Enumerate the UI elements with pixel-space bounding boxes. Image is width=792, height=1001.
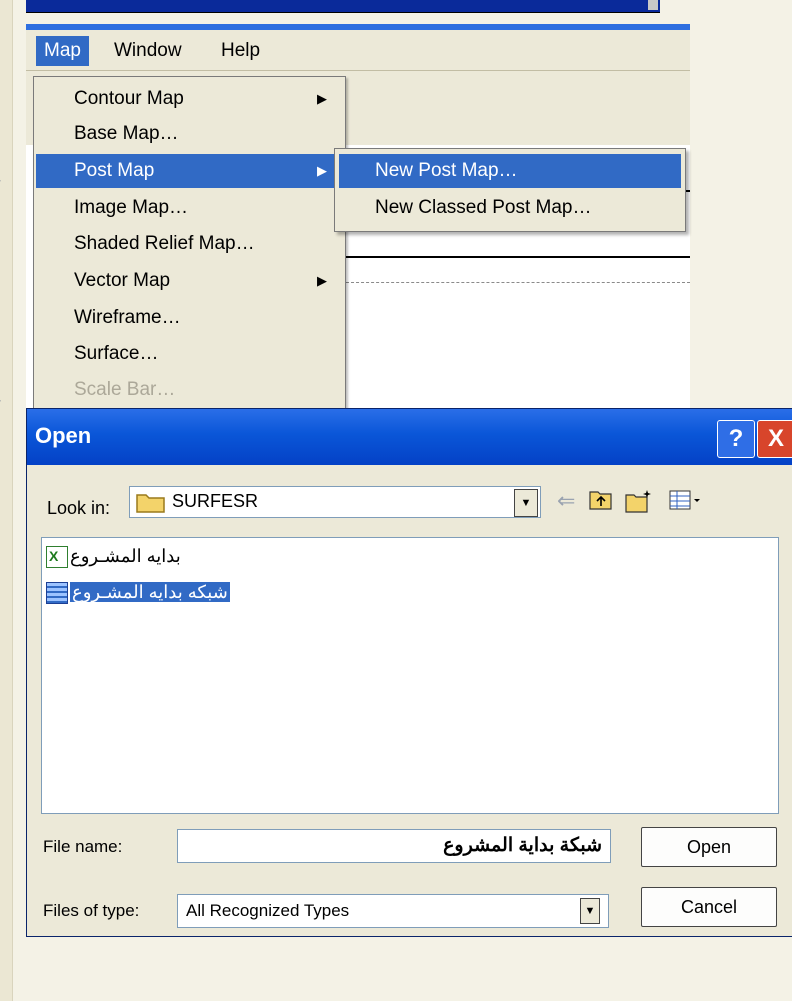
up-folder-icon[interactable] — [589, 489, 613, 516]
map-menu-dropdown: Contour Map ▶ Base Map… Post Map ▶ Image… — [33, 76, 346, 416]
file-name-text: بدايه المشـروع — [70, 546, 181, 566]
menu-item-label: Scale Bar… — [74, 379, 176, 400]
cancel-button[interactable]: Cancel — [641, 887, 777, 927]
submenu-arrow-icon: ▶ — [317, 273, 327, 288]
menubar: Map Window Help — [26, 30, 690, 71]
look-in-label: Look in: — [47, 498, 111, 518]
menu-item-contour-map[interactable]: Contour Map ▶ — [36, 82, 343, 116]
file-list[interactable]: بدايه المشـروع شبكه بدايه المشـروع — [41, 537, 779, 814]
grid-file-icon — [46, 582, 68, 605]
list-item[interactable]: شبكه بدايه المشـروع — [46, 580, 230, 605]
window-button[interactable] — [648, 0, 658, 10]
menu-item-label: New Post Map… — [375, 160, 518, 181]
menu-item-label: Post Map — [74, 160, 155, 181]
menu-item-shaded-relief-map[interactable]: Shaded Relief Map… — [36, 227, 343, 261]
menu-item-label: Base Map… — [74, 123, 179, 144]
view-menu-icon[interactable] — [669, 489, 703, 516]
dialog-titlebar: Open ? X — [27, 409, 792, 465]
document-edge — [346, 256, 690, 258]
menu-item-label: New Classed Post Map… — [375, 197, 592, 218]
menu-window[interactable]: Window — [106, 36, 190, 66]
files-of-type-dropdown-button[interactable]: ▼ — [580, 898, 600, 924]
slide-divider — [12, 0, 13, 1001]
menu-map[interactable]: Map — [36, 36, 89, 66]
menu-item-scale-bar: Scale Bar… — [36, 373, 343, 407]
files-of-type-combo[interactable]: All Recognized Types ▼ — [177, 894, 609, 928]
post-map-submenu: New Post Map… New Classed Post Map… — [334, 148, 686, 232]
slide-left-strip — [0, 0, 12, 1001]
look-in-combo[interactable]: SURFESR ▼ — [129, 486, 541, 518]
menu-help[interactable]: Help — [213, 36, 268, 66]
dialog-title: Open — [35, 423, 92, 448]
menu-item-image-map[interactable]: Image Map… — [36, 191, 343, 225]
file-name-label: File name: — [43, 837, 123, 856]
look-in-value: SURFESR — [172, 491, 259, 511]
files-of-type-label: Files of type: — [43, 901, 140, 920]
submenu-arrow-icon: ▶ — [317, 91, 327, 106]
menu-item-base-map[interactable]: Base Map… — [36, 117, 343, 151]
menu-item-label: Wireframe… — [74, 307, 181, 328]
list-item[interactable]: بدايه المشـروع — [46, 544, 181, 569]
file-name-field[interactable]: شبكة بداية المشروع — [177, 829, 611, 863]
menu-item-label: Contour Map — [74, 88, 184, 109]
menu-item-label: Surface… — [74, 343, 159, 364]
menu-item-new-classed-post-map[interactable]: New Classed Post Map… — [339, 191, 681, 225]
menu-item-new-post-map[interactable]: New Post Map… — [339, 154, 681, 188]
open-button[interactable]: Open — [641, 827, 777, 867]
menu-item-label: Shaded Relief Map… — [74, 233, 255, 254]
new-folder-icon[interactable] — [625, 489, 653, 518]
menu-item-wireframe[interactable]: Wireframe… — [36, 301, 343, 335]
submenu-arrow-icon: ▶ — [317, 163, 327, 178]
menu-item-post-map[interactable]: Post Map ▶ — [36, 154, 343, 188]
dashed-guide — [346, 282, 690, 283]
folder-icon — [136, 491, 166, 518]
menu-item-surface[interactable]: Surface… — [36, 337, 343, 371]
help-button[interactable]: ? — [717, 420, 755, 458]
close-button[interactable]: X — [757, 420, 792, 458]
file-name-text: شبكه بدايه المشـروع — [70, 582, 230, 602]
menu-item-vector-map[interactable]: Vector Map ▶ — [36, 264, 343, 298]
back-arrow-icon[interactable]: ⇐ — [557, 489, 575, 513]
open-dialog: Open ? X Look in: SURFESR ▼ ⇐ بدايه المش… — [26, 408, 792, 937]
previous-window-titlebar — [26, 0, 660, 13]
files-of-type-value: All Recognized Types — [186, 901, 350, 920]
menu-item-label: Image Map… — [74, 197, 189, 218]
excel-file-icon — [46, 544, 68, 569]
look-in-dropdown-button[interactable]: ▼ — [514, 489, 538, 517]
menu-item-label: Vector Map — [74, 270, 171, 291]
